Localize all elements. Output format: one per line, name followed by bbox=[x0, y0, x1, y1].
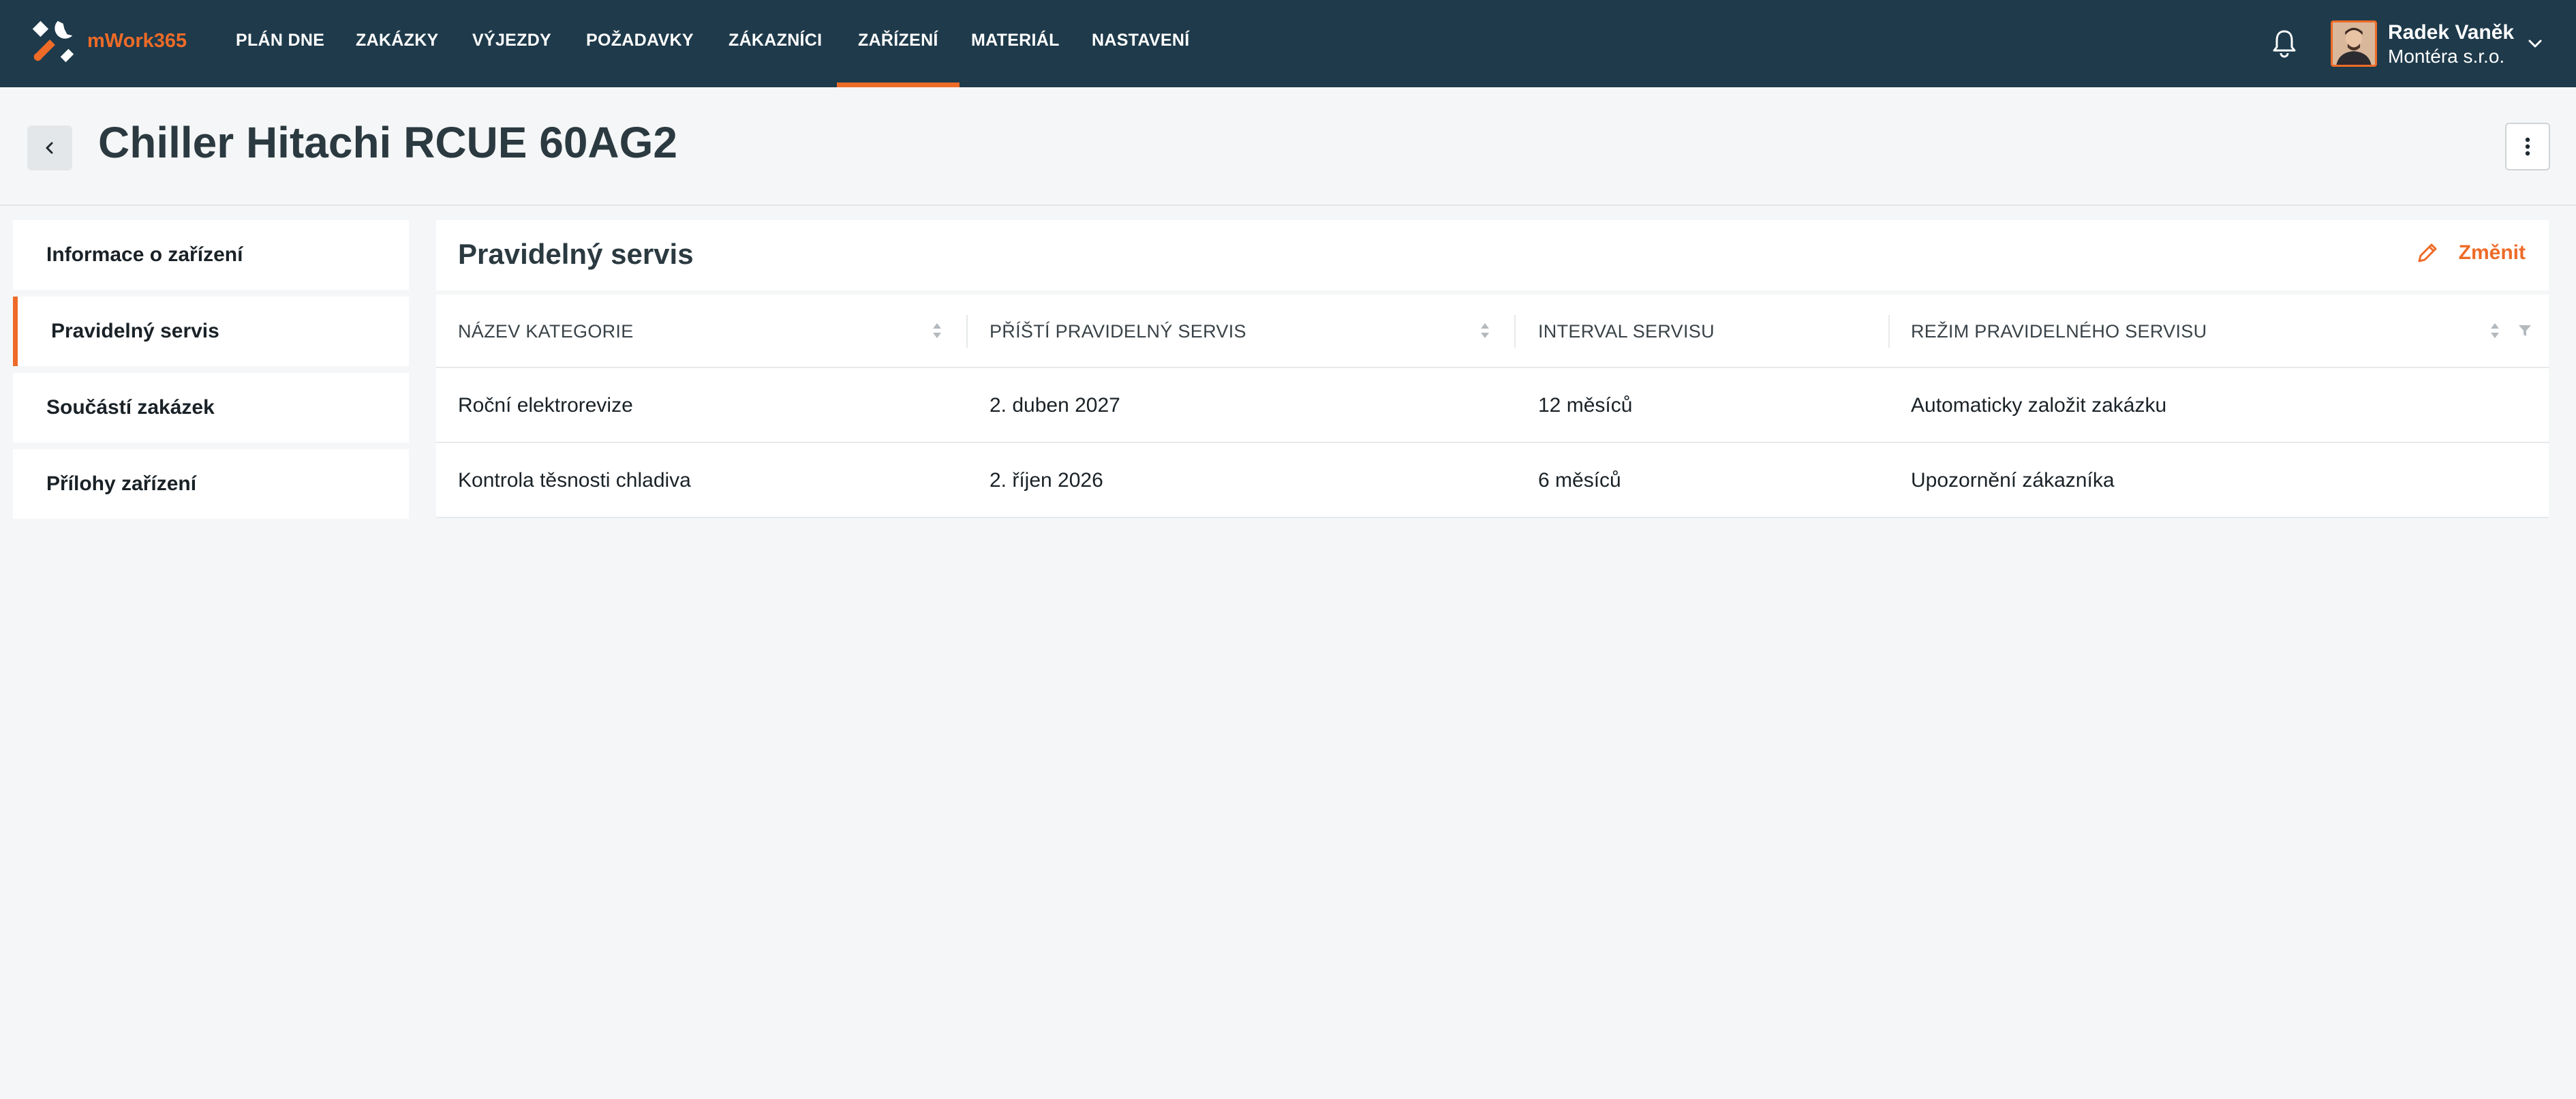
nav-item-plan-dne[interactable]: PLÁN DNE bbox=[236, 0, 324, 87]
page-title: Chiller Hitachi RCUE 60AG2 bbox=[98, 118, 677, 167]
table-row[interactable]: Roční elektrorevize 2. duben 2027 12 měs… bbox=[436, 368, 2549, 443]
cell-next-service: 2. duben 2027 bbox=[990, 394, 1120, 417]
column-divider bbox=[1514, 315, 1516, 348]
avatar[interactable] bbox=[2331, 20, 2377, 67]
column-header-interval[interactable]: INTERVAL SERVISU bbox=[1538, 295, 1715, 368]
cell-interval: 12 měsíců bbox=[1538, 394, 1633, 417]
sidebar-item-soucasti-zakazek[interactable]: Součástí zakázek bbox=[13, 373, 409, 442]
table-row[interactable]: Kontrola těsnosti chladiva 2. říjen 2026… bbox=[436, 443, 2549, 518]
column-header-next-service[interactable]: PŘÍŠTÍ PRAVIDELNÝ SERVIS bbox=[990, 295, 1246, 368]
sort-icon[interactable] bbox=[1479, 319, 1491, 342]
nav-item-zarizeni[interactable]: ZAŘÍZENÍ bbox=[837, 0, 960, 87]
cell-category: Roční elektrorevize bbox=[458, 394, 633, 417]
sort-icon[interactable] bbox=[931, 319, 943, 342]
table-header: NÁZEV KATEGORIE PŘÍŠTÍ PRAVIDELNÝ SERVIS… bbox=[436, 295, 2549, 368]
back-button[interactable] bbox=[27, 125, 72, 170]
nav-item-material[interactable]: MATERIÁL bbox=[971, 0, 1060, 87]
cell-category: Kontrola těsnosti chladiva bbox=[458, 469, 691, 492]
user-name[interactable]: Radek Vaněk bbox=[2388, 21, 2514, 44]
column-header-category[interactable]: NÁZEV KATEGORIE bbox=[458, 295, 634, 368]
cell-mode: Automaticky založit zakázku bbox=[1911, 394, 2167, 417]
nav-item-nastaveni[interactable]: NASTAVENÍ bbox=[1092, 0, 1189, 87]
chevron-left-icon bbox=[46, 142, 53, 154]
user-company: Montéra s.r.o. bbox=[2388, 46, 2505, 67]
logo-wrench-icon bbox=[32, 20, 74, 63]
logo[interactable]: mWork365 bbox=[26, 12, 187, 70]
nav-item-pozadavky[interactable]: POŽADAVKY bbox=[586, 0, 694, 87]
bell-icon[interactable] bbox=[2271, 29, 2298, 59]
cell-mode: Upozornění zákazníka bbox=[1911, 469, 2115, 492]
cell-next-service: 2. říjen 2026 bbox=[990, 469, 1103, 492]
top-navigation-bar: mWork365 PLÁN DNE ZAKÁZKY VÝJEZDY POŽADA… bbox=[0, 0, 2576, 87]
column-header-mode[interactable]: REŽIM PRAVIDELNÉHO SERVISU bbox=[1911, 295, 2207, 368]
brand-name: mWork365 bbox=[87, 29, 187, 52]
user-photo-icon bbox=[2333, 22, 2375, 65]
more-actions-button[interactable] bbox=[2505, 123, 2550, 170]
sort-icon[interactable] bbox=[2489, 319, 2501, 342]
pencil-icon bbox=[2418, 243, 2437, 262]
panel-header: Pravidelný servis Změnit bbox=[436, 220, 2549, 290]
edit-label: Změnit bbox=[2458, 241, 2526, 264]
sidebar-item-pravidelny-servis[interactable]: Pravidelný servis bbox=[13, 297, 409, 366]
nav-item-vyjezdy[interactable]: VÝJEZDY bbox=[472, 0, 551, 87]
nav-item-zakaznici[interactable]: ZÁKAZNÍCI bbox=[729, 0, 822, 87]
sidebar-item-informace[interactable]: Informace o zařízení bbox=[13, 220, 409, 290]
edit-button[interactable]: Změnit bbox=[2415, 241, 2526, 265]
column-divider bbox=[966, 315, 968, 348]
page-header: Chiller Hitachi RCUE 60AG2 bbox=[0, 87, 2576, 206]
chevron-down-icon[interactable] bbox=[2526, 34, 2545, 53]
service-table: NÁZEV KATEGORIE PŘÍŠTÍ PRAVIDELNÝ SERVIS… bbox=[436, 295, 2549, 518]
panel-title: Pravidelný servis bbox=[458, 238, 694, 270]
sidebar-item-prilohy[interactable]: Přílohy zařízení bbox=[13, 449, 409, 519]
filter-icon[interactable] bbox=[2517, 323, 2532, 338]
nav-item-zakazky[interactable]: ZAKÁZKY bbox=[356, 0, 439, 87]
column-divider bbox=[1888, 315, 1890, 348]
more-vertical-icon bbox=[2525, 137, 2530, 156]
cell-interval: 6 měsíců bbox=[1538, 469, 1621, 492]
